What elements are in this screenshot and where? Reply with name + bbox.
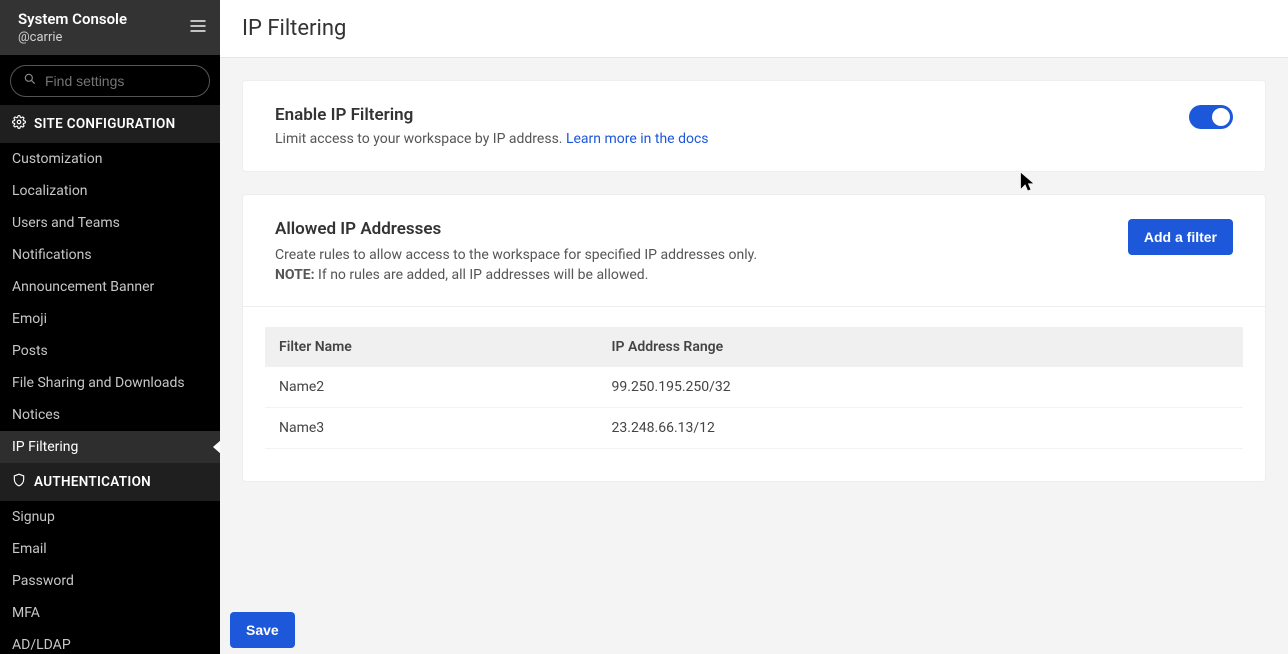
sidebar-item-customization[interactable]: Customization	[0, 143, 220, 175]
allowed-desc: Create rules to allow access to the work…	[275, 245, 757, 265]
sidebar-item-file-sharing-and-downloads[interactable]: File Sharing and Downloads	[0, 367, 220, 399]
filter-range-cell: 99.250.195.250/32	[598, 367, 1243, 408]
search-settings[interactable]	[10, 65, 210, 97]
sidebar-item-notices[interactable]: Notices	[0, 399, 220, 431]
page-header: IP Filtering	[220, 0, 1288, 58]
section-site-configuration[interactable]: SITE CONFIGURATION	[0, 105, 220, 143]
shield-icon	[12, 473, 26, 491]
filter-range-cell: 23.248.66.13/12	[598, 407, 1243, 448]
add-filter-button[interactable]: Add a filter	[1128, 219, 1233, 255]
search-input[interactable]	[45, 73, 197, 89]
section-label: AUTHENTICATION	[34, 474, 151, 490]
sidebar-item-signup[interactable]: Signup	[0, 501, 220, 533]
page-title: IP Filtering	[242, 16, 1266, 41]
console-title: System Console	[18, 10, 127, 28]
sidebar-item-ad-ldap[interactable]: AD/LDAP	[0, 629, 220, 654]
sidebar-item-emoji[interactable]: Emoji	[0, 303, 220, 335]
sidebar-header: System Console @carrie	[0, 0, 220, 55]
sidebar-item-mfa[interactable]: MFA	[0, 597, 220, 629]
current-user: @carrie	[18, 30, 127, 45]
sidebar-item-notifications[interactable]: Notifications	[0, 239, 220, 271]
sidebar-item-announcement-banner[interactable]: Announcement Banner	[0, 271, 220, 303]
col-filter-name: Filter Name	[265, 327, 598, 367]
sidebar-item-posts[interactable]: Posts	[0, 335, 220, 367]
table-row[interactable]: Name323.248.66.13/12	[265, 407, 1243, 448]
allowed-ip-card: Allowed IP Addresses Create rules to all…	[242, 194, 1266, 482]
sidebar-item-password[interactable]: Password	[0, 565, 220, 597]
sidebar-item-email[interactable]: Email	[0, 533, 220, 565]
enable-title: Enable IP Filtering	[275, 105, 709, 125]
allowed-note: NOTE: If no rules are added, all IP addr…	[275, 265, 757, 285]
enable-ip-filtering-card: Enable IP Filtering Limit access to your…	[242, 80, 1266, 172]
table-row[interactable]: Name299.250.195.250/32	[265, 367, 1243, 408]
filter-name-cell: Name2	[265, 367, 598, 408]
filter-name-cell: Name3	[265, 407, 598, 448]
menu-icon[interactable]	[188, 16, 208, 40]
sidebar-item-ip-filtering[interactable]: IP Filtering	[0, 431, 220, 463]
filters-table: Filter Name IP Address Range Name299.250…	[265, 327, 1243, 449]
sidebar: System Console @carrie SITE CONFIGURATIO…	[0, 0, 220, 654]
main: IP Filtering Enable IP Filtering Limit a…	[220, 0, 1288, 654]
section-authentication[interactable]: AUTHENTICATION	[0, 463, 220, 501]
enable-desc: Limit access to your workspace by IP add…	[275, 131, 709, 147]
search-icon	[23, 72, 37, 90]
allowed-title: Allowed IP Addresses	[275, 219, 757, 239]
save-button[interactable]: Save	[230, 612, 295, 648]
sidebar-item-users-and-teams[interactable]: Users and Teams	[0, 207, 220, 239]
learn-more-link[interactable]: Learn more in the docs	[566, 131, 709, 147]
enable-toggle[interactable]	[1189, 105, 1233, 129]
section-label: SITE CONFIGURATION	[34, 116, 175, 132]
gear-icon	[12, 115, 26, 133]
col-ip-range: IP Address Range	[598, 327, 1243, 367]
sidebar-item-localization[interactable]: Localization	[0, 175, 220, 207]
